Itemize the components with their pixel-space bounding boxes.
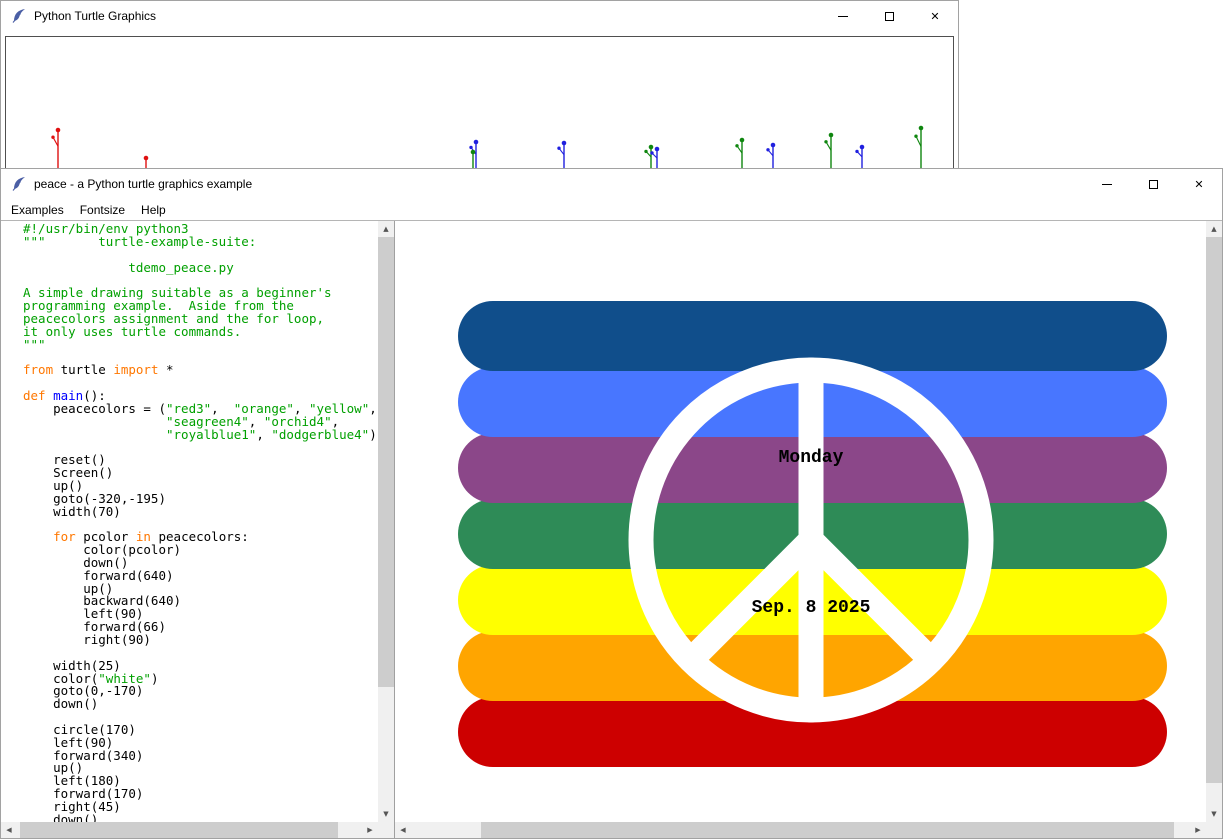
- canvas-horizontal-scrollbar[interactable]: ◀▶: [395, 822, 1206, 838]
- code-vertical-scrollbar[interactable]: ▲▼: [378, 221, 394, 822]
- window-controls: ✕: [820, 1, 958, 31]
- code-line: down(): [23, 814, 378, 822]
- code-line: width(70): [23, 506, 378, 519]
- close-icon: ✕: [930, 11, 939, 22]
- close-icon: ✕: [1194, 179, 1203, 190]
- turtle-tree: [821, 131, 841, 173]
- minimize-button[interactable]: [1084, 169, 1130, 199]
- scroll-track[interactable]: [411, 822, 1190, 838]
- scroll-up-button[interactable]: ▲: [1206, 221, 1222, 237]
- menu-item-examples[interactable]: Examples: [3, 200, 72, 220]
- code-line: """: [23, 339, 378, 352]
- scroll-down-button[interactable]: ▼: [378, 806, 394, 822]
- code-line: tdemo_peace.py: [23, 262, 378, 275]
- scroll-thumb[interactable]: [378, 237, 394, 687]
- scroll-right-button[interactable]: ▶: [362, 822, 378, 838]
- code-line: right(90): [23, 634, 378, 647]
- scroll-track[interactable]: [378, 237, 394, 806]
- scrollbar-corner: [378, 822, 394, 838]
- peace-symbol: [395, 221, 1206, 822]
- tk-feather-icon: [11, 176, 27, 192]
- canvas-pane: Monday Sep. 8 2025 ▲▼ ◀▶: [395, 221, 1222, 838]
- scroll-thumb[interactable]: [1206, 237, 1222, 783]
- minimize-icon: [838, 16, 848, 17]
- scroll-up-button[interactable]: ▲: [378, 221, 394, 237]
- code-line: it only uses turtle commands.: [23, 326, 378, 339]
- scroll-track[interactable]: [1206, 237, 1222, 806]
- scroll-down-button[interactable]: ▼: [1206, 806, 1222, 822]
- scroll-left-button[interactable]: ◀: [395, 822, 411, 838]
- code-line: """ turtle-example-suite:: [23, 236, 378, 249]
- peace-demo-window: peace - a Python turtle graphics example…: [0, 168, 1223, 839]
- close-button[interactable]: ✕: [1176, 169, 1222, 199]
- date-label: Sep. 8 2025: [752, 598, 871, 618]
- weekday-label: Monday: [779, 448, 844, 468]
- window-controls: ✕: [1084, 169, 1222, 199]
- menu-item-help[interactable]: Help: [133, 200, 174, 220]
- maximize-icon: [885, 12, 894, 21]
- minimize-icon: [1102, 184, 1112, 185]
- scroll-right-button[interactable]: ▶: [1190, 822, 1206, 838]
- minimize-button[interactable]: [820, 1, 866, 31]
- code-line: "royalblue1", "dodgerblue4"): [23, 429, 378, 442]
- canvas-vertical-scrollbar[interactable]: ▲▼: [1206, 221, 1222, 822]
- scroll-thumb[interactable]: [481, 822, 1174, 838]
- scrollbar-corner: [1206, 822, 1222, 838]
- source-code-pane: #!/usr/bin/env python3""" turtle-example…: [1, 221, 395, 838]
- close-button[interactable]: ✕: [912, 1, 958, 31]
- scroll-track[interactable]: [17, 822, 362, 838]
- titlebar[interactable]: Python Turtle Graphics ✕: [1, 1, 958, 31]
- menu-item-fontsize[interactable]: Fontsize: [72, 200, 133, 220]
- maximize-icon: [1149, 180, 1158, 189]
- maximize-button[interactable]: [866, 1, 912, 31]
- titlebar[interactable]: peace - a Python turtle graphics example…: [1, 169, 1222, 199]
- code-horizontal-scrollbar[interactable]: ◀▶: [1, 822, 378, 838]
- maximize-button[interactable]: [1130, 169, 1176, 199]
- menu-bar: ExamplesFontsizeHelp: [1, 199, 1222, 221]
- peace-canvas: Monday Sep. 8 2025: [395, 221, 1206, 822]
- turtle-tree: [911, 124, 931, 173]
- turtle-tree: [48, 126, 68, 170]
- scroll-left-button[interactable]: ◀: [1, 822, 17, 838]
- code-line: down(): [23, 698, 378, 711]
- window-content: #!/usr/bin/env python3""" turtle-example…: [1, 221, 1222, 838]
- source-code-text[interactable]: #!/usr/bin/env python3""" turtle-example…: [1, 221, 378, 822]
- tk-feather-icon: [11, 8, 27, 24]
- scroll-thumb[interactable]: [20, 822, 337, 838]
- window-title: peace - a Python turtle graphics example: [34, 177, 252, 191]
- code-line: from turtle import *: [23, 364, 378, 377]
- window-title: Python Turtle Graphics: [34, 9, 156, 23]
